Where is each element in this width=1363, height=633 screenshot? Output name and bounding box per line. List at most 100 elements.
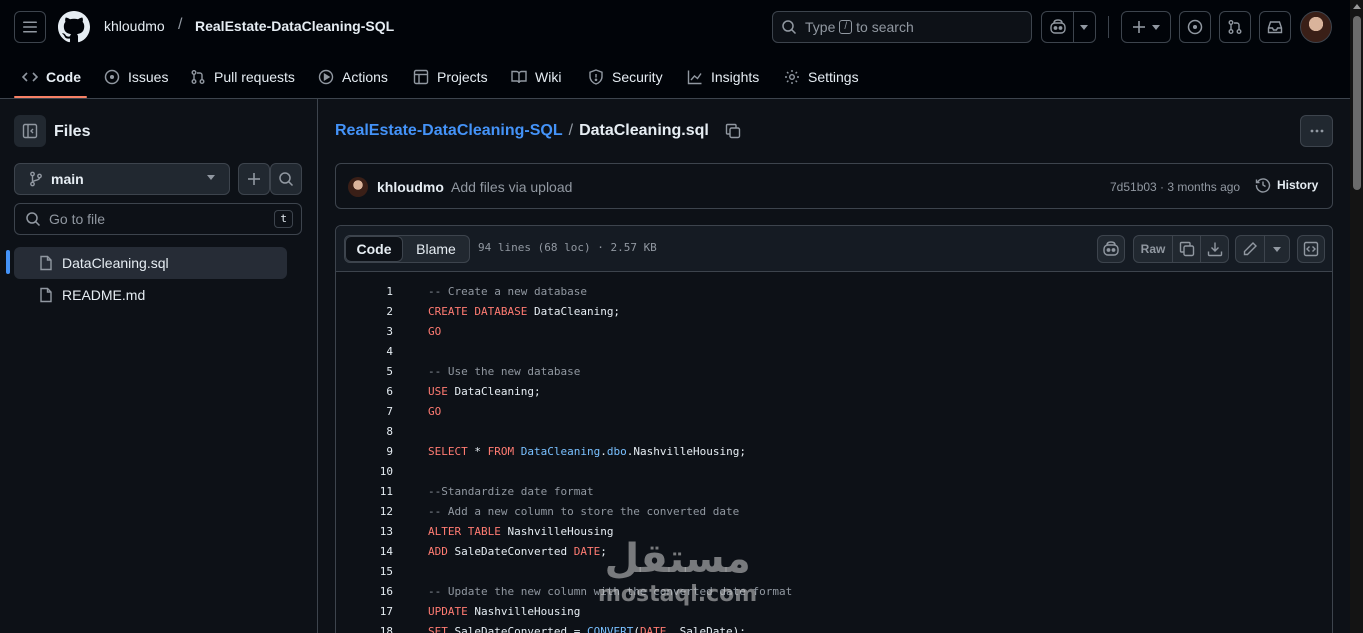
history-button[interactable]: History xyxy=(1255,177,1318,193)
tab-label: Projects xyxy=(437,69,488,85)
edit-options-button[interactable] xyxy=(1264,236,1289,262)
line-content xyxy=(393,562,428,582)
book-icon xyxy=(511,70,527,84)
copy-raw-button[interactable] xyxy=(1172,236,1200,262)
user-avatar[interactable] xyxy=(1300,11,1332,43)
symbols-panel-button[interactable] xyxy=(1297,235,1325,263)
line-number[interactable]: 8 xyxy=(336,422,393,442)
code-token: ADD xyxy=(428,545,448,558)
owner-link[interactable]: khloudmo xyxy=(104,18,165,34)
code-token: NashvilleHousing xyxy=(467,605,581,618)
files-heading: Files xyxy=(54,123,91,140)
add-file-button[interactable] xyxy=(238,163,270,195)
line-content: -- Use the new database xyxy=(393,362,580,382)
line-number[interactable]: 14 xyxy=(336,542,393,562)
chevron-down-icon xyxy=(1273,246,1281,252)
code-view-tab[interactable]: Code xyxy=(345,236,403,262)
line-number[interactable]: 12 xyxy=(336,502,393,522)
commit-author[interactable]: khloudmo xyxy=(377,179,444,195)
search-files-button[interactable] xyxy=(270,163,302,195)
scroll-thumb[interactable] xyxy=(1353,16,1361,190)
line-number[interactable]: 3 xyxy=(336,322,393,342)
commit-meta[interactable]: 7d51b03 · 3 months ago xyxy=(1110,180,1240,194)
line-content xyxy=(393,342,428,362)
breadcrumb-repo-link[interactable]: RealEstate-DataCleaning-SQL xyxy=(335,122,563,140)
go-to-file-input[interactable]: Go to file t xyxy=(14,203,302,235)
pull-requests-button[interactable] xyxy=(1219,11,1251,43)
menu-button[interactable] xyxy=(14,11,46,43)
table-icon xyxy=(413,69,429,85)
line-content: --Standardize date format xyxy=(393,482,594,502)
search-input[interactable]: Type / to search xyxy=(772,11,1032,43)
go-to-file-placeholder: Go to file xyxy=(49,211,106,227)
line-number[interactable]: 18 xyxy=(336,622,393,633)
breadcrumb-separator: / xyxy=(568,122,574,139)
scroll-up-arrow[interactable] xyxy=(1353,4,1361,9)
code-viewer-toolbar: Code Blame 94 lines (68 loc) · 2.57 KB R… xyxy=(336,226,1332,272)
more-options-button[interactable] xyxy=(1300,115,1333,147)
tab-projects[interactable]: Projects xyxy=(413,56,488,98)
tab-pull-requests[interactable]: Pull requests xyxy=(190,56,295,98)
file-breadcrumb: RealEstate-DataCleaning-SQL / DataCleani… xyxy=(335,122,741,140)
line-number[interactable]: 10 xyxy=(336,462,393,482)
code-line: 18 SET SaleDateConverted = CONVERT(DATE, … xyxy=(336,622,1332,633)
download-button[interactable] xyxy=(1200,236,1228,262)
tab-settings[interactable]: Settings xyxy=(784,56,859,98)
line-number[interactable]: 16 xyxy=(336,582,393,602)
search-icon xyxy=(279,172,294,187)
header-divider xyxy=(1108,16,1109,38)
copilot-button[interactable] xyxy=(1041,11,1096,43)
page-scrollbar[interactable] xyxy=(1350,0,1363,633)
copilot-ask-button[interactable] xyxy=(1097,235,1125,263)
file-name: README.md xyxy=(62,287,146,303)
line-content: ADD SaleDateConverted DATE; xyxy=(393,542,607,562)
repo-link[interactable]: RealEstate-DataCleaning-SQL xyxy=(195,18,394,34)
tree-item-datacleaning-sql[interactable]: DataCleaning.sql xyxy=(14,247,287,279)
inbox-button[interactable] xyxy=(1259,11,1291,43)
line-number[interactable]: 1 xyxy=(336,282,393,302)
line-content: UPDATE NashvilleHousing xyxy=(393,602,580,622)
line-number[interactable]: 17 xyxy=(336,602,393,622)
issue-icon xyxy=(1187,19,1203,35)
file-icon xyxy=(40,287,52,303)
tab-security[interactable]: Security xyxy=(588,56,663,98)
line-number[interactable]: 5 xyxy=(336,362,393,382)
tab-issues[interactable]: Issues xyxy=(104,56,168,98)
code-token: dbo xyxy=(606,445,627,458)
commit-message[interactable]: Add files via upload xyxy=(451,179,572,195)
edit-actions-group xyxy=(1235,235,1290,263)
tab-code[interactable]: Code xyxy=(22,56,81,98)
line-number[interactable]: 13 xyxy=(336,522,393,542)
raw-button[interactable]: Raw xyxy=(1134,236,1172,262)
code-lines[interactable]: 1 -- Create a new database 2 CREATE DATABAS… xyxy=(336,272,1332,633)
line-content xyxy=(393,422,428,442)
line-number[interactable]: 7 xyxy=(336,402,393,422)
commit-author-avatar[interactable] xyxy=(348,177,368,197)
line-number[interactable]: 6 xyxy=(336,382,393,402)
code-token: ALTER TABLE xyxy=(428,525,501,538)
collapse-sidebar-button[interactable] xyxy=(14,115,46,147)
tab-actions[interactable]: Actions xyxy=(318,56,388,98)
tab-insights[interactable]: Insights xyxy=(687,56,759,98)
create-new-button[interactable] xyxy=(1121,11,1171,43)
tree-item-readme-md[interactable]: README.md xyxy=(14,279,287,311)
edit-file-button[interactable] xyxy=(1236,236,1264,262)
line-content: -- Add a new column to store the convert… xyxy=(393,502,739,522)
tab-wiki[interactable]: Wiki xyxy=(511,56,561,98)
blame-view-tab[interactable]: Blame xyxy=(403,236,469,262)
branch-selector[interactable]: main xyxy=(14,163,230,195)
code-token: -- Use the new database xyxy=(428,365,581,378)
code-line: 16 -- Update the new column with the conv… xyxy=(336,582,1332,602)
line-content xyxy=(393,462,428,482)
line-number[interactable]: 2 xyxy=(336,302,393,322)
line-number[interactable]: 15 xyxy=(336,562,393,582)
code-line: 14 ADD SaleDateConverted DATE; xyxy=(336,542,1332,562)
copy-path-icon[interactable] xyxy=(725,123,741,139)
line-number[interactable]: 11 xyxy=(336,482,393,502)
github-logo-icon[interactable] xyxy=(58,11,90,43)
code-line: 10 xyxy=(336,462,1332,482)
issues-button[interactable] xyxy=(1179,11,1211,43)
line-number[interactable]: 4 xyxy=(336,342,393,362)
line-number[interactable]: 9 xyxy=(336,442,393,462)
